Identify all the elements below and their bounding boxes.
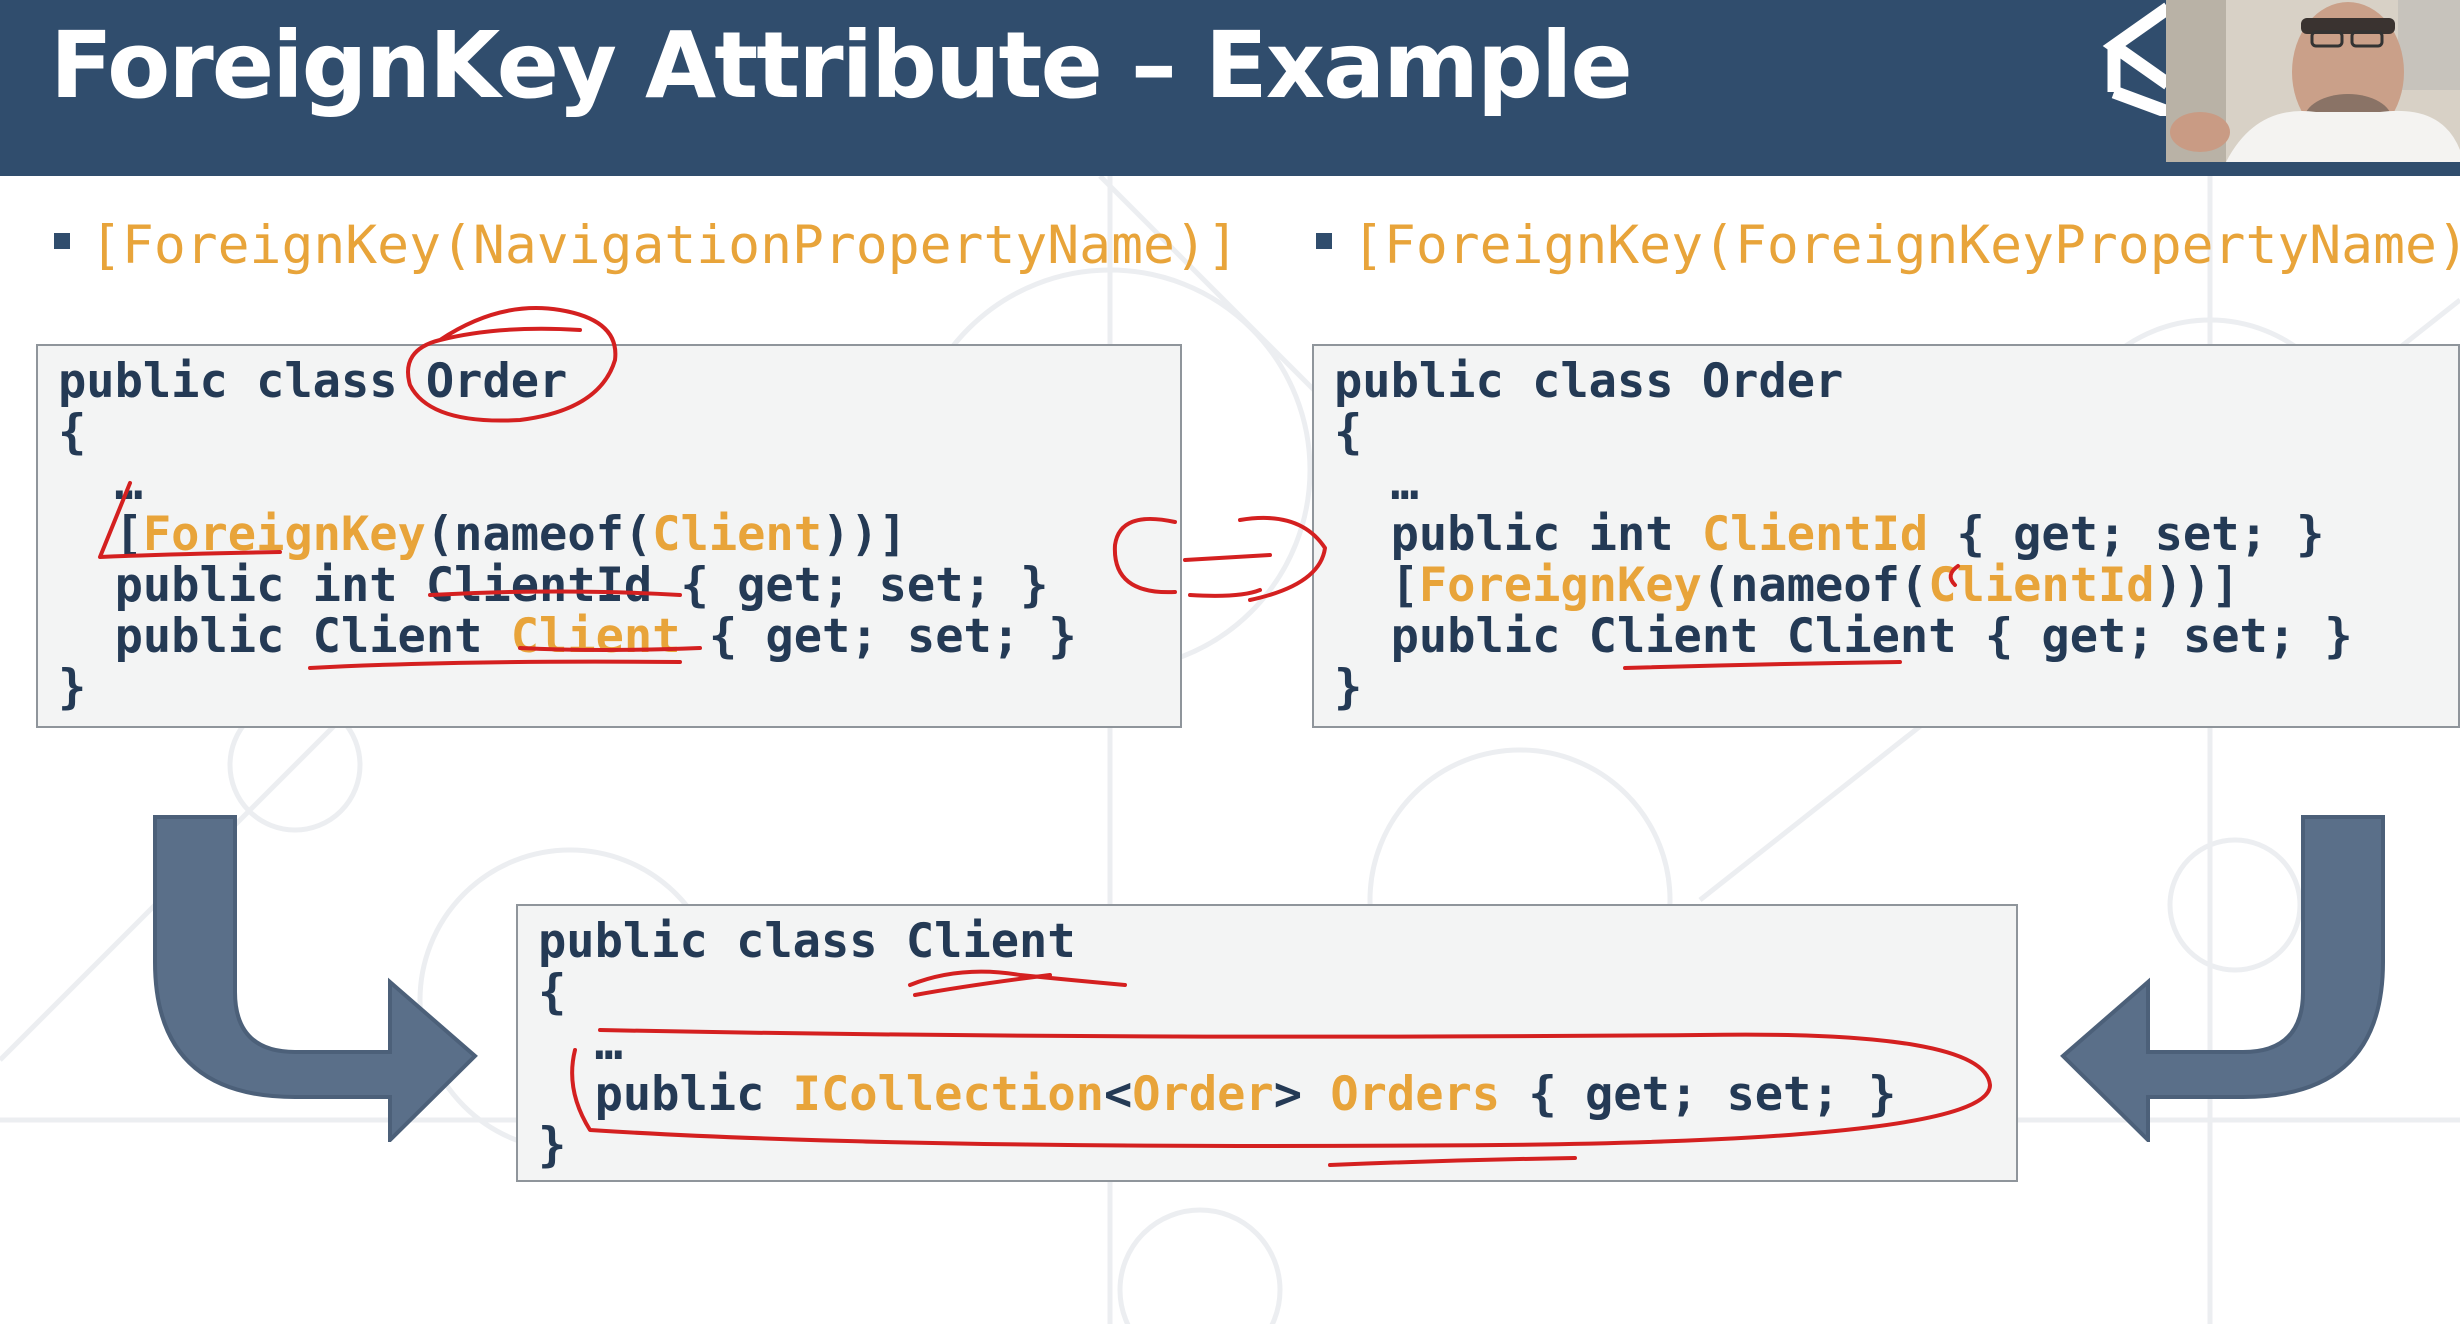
- code-line: public Client Client { get; set; }: [1390, 609, 2353, 664]
- code-block-right: public class Order { … public int Client…: [1312, 344, 2460, 728]
- bullet-navigation-property: [ForeignKey(NavigationPropertyName)]: [54, 214, 1239, 278]
- code-line: {: [58, 405, 87, 460]
- code-token: { get; set; }: [680, 609, 1077, 664]
- code-token: <: [1103, 1067, 1133, 1122]
- code-token: ClientId: [1701, 507, 1929, 562]
- code-line: }: [1334, 660, 1363, 715]
- code-token: (nameof(: [425, 507, 653, 562]
- bullet-text: [ForeignKey(ForeignKeyPropertyName)]: [1352, 215, 2460, 276]
- code-line: {: [1334, 405, 1363, 460]
- code-line: {: [538, 965, 567, 1020]
- code-line: }: [58, 660, 87, 715]
- code-token: Client: [510, 609, 681, 664]
- code-token: [: [114, 507, 143, 562]
- curved-arrow-left-icon: [153, 815, 478, 1142]
- bullet-foreign-key-property: [ForeignKey(ForeignKeyPropertyName)]: [1316, 214, 2460, 278]
- code-line: public class Order: [1334, 354, 1844, 409]
- code-token: ICollection: [792, 1067, 1104, 1122]
- code-token: ))]: [822, 507, 907, 562]
- code-token: public: [594, 1067, 793, 1122]
- code-token: public Client: [114, 609, 511, 664]
- code-line: }: [538, 1118, 567, 1173]
- slide-title: ForeignKey Attribute – Example: [50, 12, 1633, 119]
- code-token: ))]: [2154, 558, 2240, 613]
- code-token: Client: [652, 507, 823, 562]
- title-bar: ForeignKey Attribute – Example: [0, 0, 2460, 176]
- code-token: Orders: [1330, 1067, 1501, 1122]
- presenter-webcam: [2166, 0, 2460, 162]
- code-token: public int: [1390, 507, 1702, 562]
- code-listing: public class Client { … public ICollecti…: [538, 916, 2016, 1171]
- code-token: (nameof(: [1701, 558, 1929, 613]
- code-token: ForeignKey: [142, 507, 426, 562]
- code-token: >: [1273, 1067, 1331, 1122]
- code-token: Order: [1132, 1067, 1274, 1122]
- code-line: …: [114, 456, 143, 511]
- bullet-marker: [54, 233, 70, 249]
- presenter-image: [2166, 0, 2460, 162]
- code-line: public class Order: [58, 354, 568, 409]
- code-listing: public class Order { … [ForeignKey(nameo…: [58, 356, 1180, 713]
- bullet-text: [ForeignKey(NavigationPropertyName)]: [90, 215, 1239, 276]
- code-token: { get; set; }: [1928, 507, 2325, 562]
- code-token: ForeignKey: [1418, 558, 1702, 613]
- code-token: ClientId: [1928, 558, 2155, 613]
- bullet-marker: [1316, 233, 1332, 249]
- code-token: { get; set; }: [1500, 1067, 1897, 1122]
- code-line: …: [1390, 456, 1419, 511]
- code-line: public int ClientId { get; set; }: [114, 558, 1049, 613]
- code-block-left: public class Order { … [ForeignKey(nameo…: [36, 344, 1182, 728]
- code-listing: public class Order { … public int Client…: [1334, 356, 2458, 713]
- app-logo-icon: [2102, 2, 2168, 116]
- code-line: …: [594, 1016, 623, 1071]
- curved-arrow-right-icon: [2060, 815, 2385, 1142]
- code-line: public class Client: [538, 914, 1076, 969]
- code-token: [: [1390, 558, 1419, 613]
- code-block-bottom: public class Client { … public ICollecti…: [516, 904, 2018, 1182]
